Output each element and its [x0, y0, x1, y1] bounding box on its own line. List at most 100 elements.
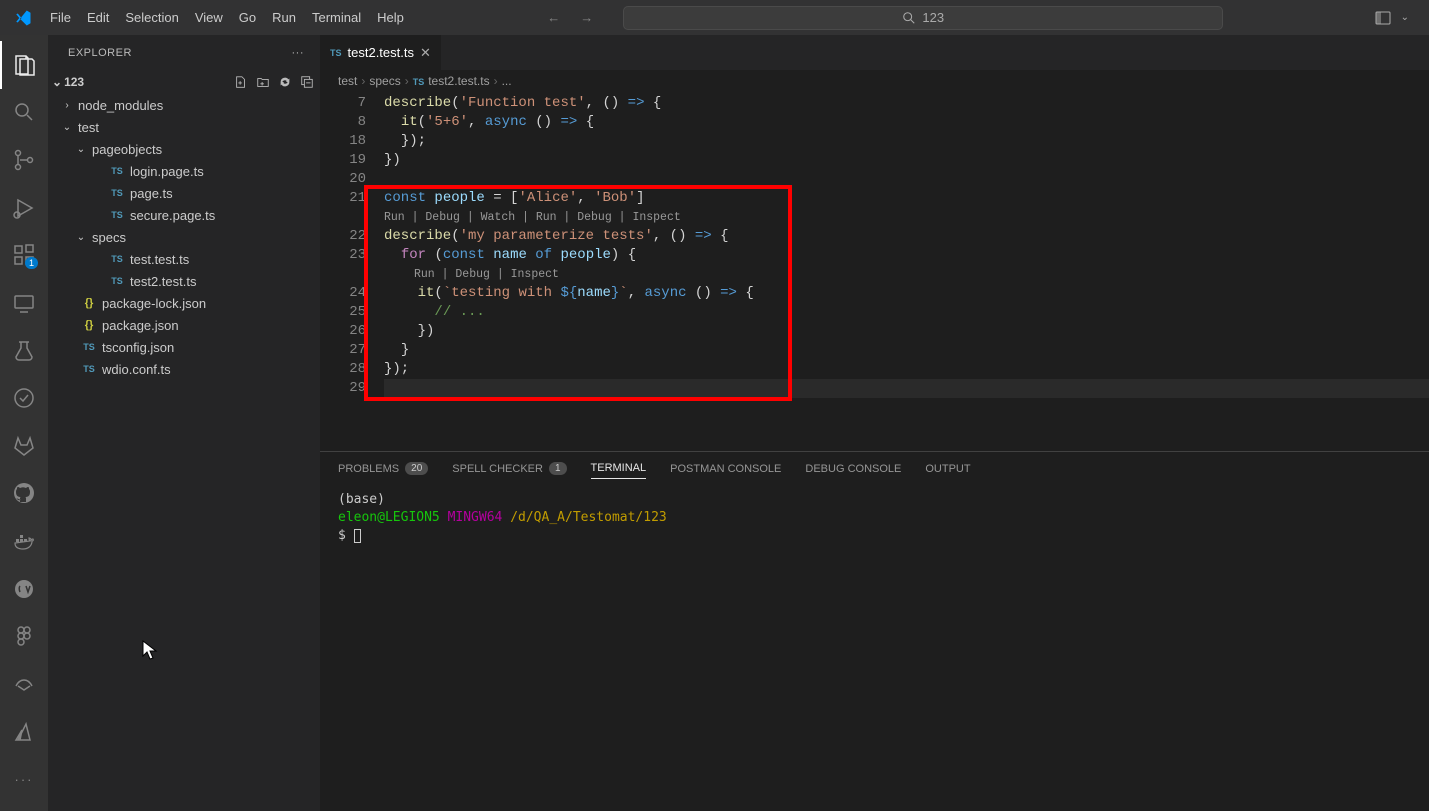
- breadcrumb-item[interactable]: test: [338, 74, 357, 88]
- folder-root[interactable]: ⌄ 123: [48, 70, 320, 94]
- terminal-mingw: MINGW64: [448, 510, 503, 525]
- menu-file[interactable]: File: [42, 6, 79, 29]
- tree-item[interactable]: ⌄specs: [48, 226, 320, 248]
- tree-label: secure.page.ts: [130, 208, 215, 223]
- new-folder-icon[interactable]: [256, 75, 270, 89]
- menu-edit[interactable]: Edit: [79, 6, 117, 29]
- terminal-user: eleon@LEGION5: [338, 510, 440, 525]
- ts-file-icon: TS: [108, 166, 126, 176]
- scm-icon[interactable]: [0, 136, 48, 184]
- layout-icon[interactable]: [1375, 10, 1391, 26]
- tree-item[interactable]: {}package-lock.json: [48, 292, 320, 314]
- refresh-icon[interactable]: [278, 75, 292, 89]
- tree-item[interactable]: TStest.test.ts: [48, 248, 320, 270]
- menu-selection[interactable]: Selection: [117, 6, 186, 29]
- terminal-content[interactable]: (base) eleon@LEGION5 MINGW64 /d/QA_A/Tes…: [320, 485, 1429, 811]
- check-icon[interactable]: [0, 374, 48, 422]
- code-line[interactable]: describe('my parameterize tests', () => …: [384, 227, 1429, 246]
- new-file-icon[interactable]: [234, 75, 248, 89]
- postman-icon[interactable]: [0, 660, 48, 708]
- command-center-search[interactable]: 123: [623, 6, 1223, 30]
- terminal-prompt: $: [338, 528, 354, 543]
- tab-test2[interactable]: TS test2.test.ts ✕: [320, 35, 442, 70]
- code-line[interactable]: it('5+6', async () => {: [384, 113, 1429, 132]
- tab-close-icon[interactable]: ✕: [420, 45, 431, 61]
- nav-forward-icon[interactable]: →: [580, 10, 593, 25]
- ts-file-icon: TS: [108, 276, 126, 286]
- panel-tabs: PROBLEMS20 SPELL CHECKER1 TERMINAL POSTMAN …: [320, 452, 1429, 485]
- code-line[interactable]: // ...: [384, 303, 1429, 322]
- collapse-icon[interactable]: [300, 75, 314, 89]
- breadcrumb-sep: ›: [494, 74, 498, 88]
- cypress-icon[interactable]: [0, 565, 48, 613]
- activity-bar: 1 ···: [0, 35, 48, 811]
- editor-area: TS test2.test.ts ✕ test›specs›TStest2.te…: [320, 35, 1429, 811]
- panel-tab-terminal[interactable]: TERMINAL: [591, 462, 647, 479]
- tree-item[interactable]: TStsconfig.json: [48, 336, 320, 358]
- nav-controls: ← → 123: [547, 6, 1239, 30]
- root-name: 123: [64, 75, 84, 89]
- github-icon[interactable]: [0, 470, 48, 518]
- more-icon[interactable]: ···: [0, 755, 48, 803]
- codelens[interactable]: Run | Debug | Watch | Run | Debug | Insp…: [384, 208, 1429, 227]
- panel-tab-spell-checker[interactable]: SPELL CHECKER1: [452, 462, 566, 475]
- line-gutter: 78181920212223242526272829: [320, 92, 384, 451]
- testing-icon[interactable]: [0, 327, 48, 375]
- menu-help[interactable]: Help: [369, 6, 412, 29]
- tree-item[interactable]: ⌄pageobjects: [48, 138, 320, 160]
- code-line[interactable]: const people = ['Alice', 'Bob']: [384, 189, 1429, 208]
- menu-terminal[interactable]: Terminal: [304, 6, 369, 29]
- code-line[interactable]: });: [384, 360, 1429, 379]
- tree-item[interactable]: TSwdio.conf.ts: [48, 358, 320, 380]
- explorer-more-icon[interactable]: ···: [292, 47, 305, 59]
- code-line[interactable]: }: [384, 341, 1429, 360]
- tree-item[interactable]: ⌄test: [48, 116, 320, 138]
- codelens[interactable]: Run | Debug | Inspect: [384, 265, 1429, 284]
- vscode-logo-icon: [14, 9, 32, 27]
- code-line[interactable]: it(`testing with ${name}`, async () => {: [384, 284, 1429, 303]
- code-line[interactable]: [384, 170, 1429, 189]
- panel-tab-output[interactable]: OUTPUT: [925, 463, 970, 475]
- extensions-icon[interactable]: 1: [0, 232, 48, 280]
- breadcrumb[interactable]: test›specs›TStest2.test.ts›...: [320, 70, 1429, 92]
- tree-item[interactable]: ›node_modules: [48, 94, 320, 116]
- panel-tab-postman-console[interactable]: POSTMAN CONSOLE: [670, 463, 781, 475]
- code-content[interactable]: describe('Function test', () => { it('5+…: [384, 92, 1429, 451]
- menu-view[interactable]: View: [187, 6, 231, 29]
- tree-item[interactable]: TSsecure.page.ts: [48, 204, 320, 226]
- explorer-icon[interactable]: [0, 41, 48, 89]
- code-editor[interactable]: 78181920212223242526272829 describe('Fun…: [320, 92, 1429, 451]
- code-line[interactable]: [384, 379, 1429, 398]
- tree-item[interactable]: {}package.json: [48, 314, 320, 336]
- run-debug-icon[interactable]: [0, 184, 48, 232]
- code-line[interactable]: for (const name of people) {: [384, 246, 1429, 265]
- panel-tab-problems[interactable]: PROBLEMS20: [338, 462, 428, 475]
- tree-item[interactable]: TStest2.test.ts: [48, 270, 320, 292]
- nav-back-icon[interactable]: ←: [547, 10, 560, 25]
- remote-icon[interactable]: [0, 279, 48, 327]
- breadcrumb-item[interactable]: specs: [369, 74, 400, 88]
- breadcrumb-item[interactable]: TStest2.test.ts: [413, 74, 490, 88]
- gitlab-icon[interactable]: [0, 422, 48, 470]
- code-line[interactable]: });: [384, 132, 1429, 151]
- editor-tabs: TS test2.test.ts ✕: [320, 35, 1429, 70]
- tree-item[interactable]: TS page.ts: [48, 182, 320, 204]
- twistie-icon: ⌄: [60, 122, 74, 133]
- figma-icon[interactable]: [0, 613, 48, 661]
- tree-label: page.ts: [130, 186, 173, 201]
- menu-go[interactable]: Go: [231, 6, 264, 29]
- layout-chevron-icon[interactable]: ⌄: [1401, 12, 1409, 23]
- breadcrumb-item[interactable]: ...: [502, 74, 512, 88]
- file-tree: ›node_modules⌄test⌄pageobjectsTSlogin.pa…: [48, 94, 320, 380]
- code-line[interactable]: }): [384, 151, 1429, 170]
- menu-run[interactable]: Run: [264, 6, 304, 29]
- search-activity-icon[interactable]: [0, 89, 48, 137]
- code-line[interactable]: }): [384, 322, 1429, 341]
- azure-icon[interactable]: [0, 708, 48, 756]
- code-line[interactable]: describe('Function test', () => {: [384, 94, 1429, 113]
- ts-file-icon: TS: [108, 188, 126, 198]
- panel-tab-debug-console[interactable]: DEBUG CONSOLE: [805, 463, 901, 475]
- tree-label: node_modules: [78, 98, 163, 113]
- tree-item[interactable]: TSlogin.page.ts: [48, 160, 320, 182]
- docker-icon[interactable]: [0, 517, 48, 565]
